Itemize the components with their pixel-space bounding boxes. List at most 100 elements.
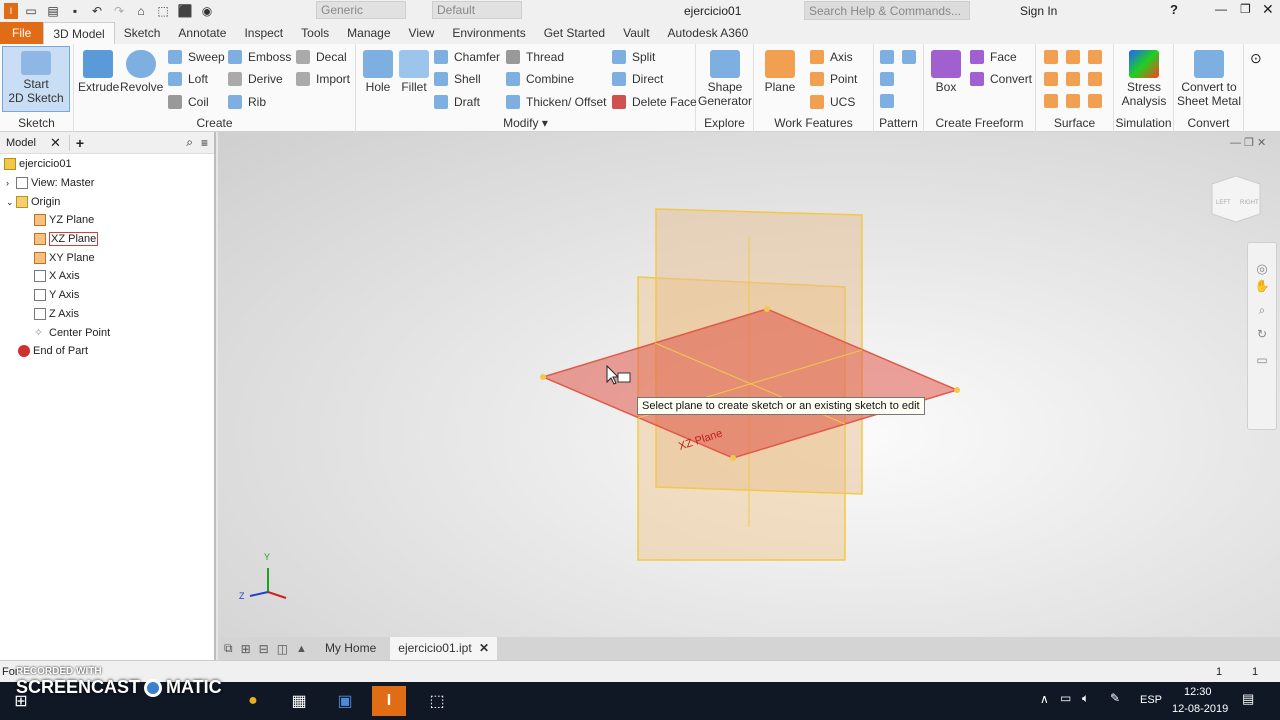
delete-face-button[interactable]: Delete Face: [612, 92, 697, 112]
style-dropdown[interactable]: Generic: [316, 1, 406, 19]
hole-button[interactable]: Hole: [360, 50, 396, 94]
home-icon[interactable]: ⌂: [132, 3, 150, 19]
inventor-taskbar-icon[interactable]: I: [372, 686, 406, 716]
derive-button[interactable]: Derive: [228, 69, 283, 89]
tab-3d-model[interactable]: 3D Model: [43, 22, 115, 44]
clock-time[interactable]: 12:30: [1184, 686, 1212, 698]
cascade-icon[interactable]: ⧉: [224, 641, 233, 656]
combine-button[interactable]: Combine: [506, 69, 574, 89]
tab-menu-icon[interactable]: ▲: [296, 643, 307, 655]
modify-group-label[interactable]: Modify ▾: [356, 116, 695, 130]
calculator-icon[interactable]: ▦: [282, 686, 316, 716]
menu-icon[interactable]: ≡: [201, 136, 208, 150]
rib-button[interactable]: Rib: [228, 92, 266, 112]
plane-button[interactable]: Plane: [760, 50, 800, 94]
tab-manage[interactable]: Manage: [338, 22, 399, 44]
convert-button[interactable]: Convert: [970, 69, 1032, 89]
trim-icon[interactable]: [1044, 72, 1058, 86]
ribbon-options-icon[interactable]: ⊙: [1250, 50, 1262, 67]
horizontal-tile-icon[interactable]: ⊟: [259, 642, 269, 656]
stitch-icon[interactable]: [1044, 50, 1058, 64]
ruled-surface-icon[interactable]: [1066, 94, 1080, 108]
tree-node-xy-plane[interactable]: XY Plane: [34, 249, 95, 267]
collapse-icon[interactable]: ⌄: [6, 197, 16, 208]
replace-face-icon[interactable]: [1088, 72, 1102, 86]
chamfer-button[interactable]: Chamfer: [434, 47, 500, 67]
close-button[interactable]: ✕: [1262, 1, 1274, 18]
coil-button[interactable]: Coil: [168, 92, 209, 112]
minimize-button[interactable]: —: [1215, 2, 1227, 16]
sketch-pattern-icon[interactable]: [880, 72, 894, 86]
convert-sheet-metal-button[interactable]: Convert to Sheet Metal: [1176, 50, 1242, 108]
patch-icon[interactable]: [1066, 50, 1080, 64]
notification-icon[interactable]: ▤: [1242, 691, 1254, 707]
thicken-surface-icon[interactable]: [1088, 94, 1102, 108]
open-icon[interactable]: ▤: [44, 3, 62, 19]
undo-icon[interactable]: ↶: [88, 3, 106, 19]
start-2d-sketch-button[interactable]: Start 2D Sketch: [2, 46, 70, 112]
sweep-button[interactable]: Sweep: [168, 47, 225, 67]
graphics-viewport[interactable]: XZ Plane Y Z LEFT RIGHT ◎ ✋ ⌕ ↻ ▭ — ❐ ✕: [218, 132, 1280, 637]
tile-icon[interactable]: ⊞: [241, 642, 251, 656]
expand-icon[interactable]: ›: [6, 178, 16, 188]
close-tab-icon[interactable]: ✕: [479, 641, 489, 655]
thread-button[interactable]: Thread: [506, 47, 564, 67]
search-icon[interactable]: ⌕: [186, 135, 193, 150]
emboss-button[interactable]: Emboss: [228, 47, 291, 67]
select-icon[interactable]: ⬚: [154, 3, 172, 19]
tree-node-view[interactable]: › View: Master: [6, 174, 94, 192]
boundary-patch-icon[interactable]: [1044, 94, 1058, 108]
axis-button[interactable]: Axis: [810, 47, 853, 67]
clock-date[interactable]: 12-08-2019: [1172, 703, 1228, 715]
tree-node-x-axis[interactable]: X Axis: [34, 267, 80, 285]
tab-environments[interactable]: Environments: [443, 22, 534, 44]
rectangular-pattern-icon[interactable]: [880, 50, 894, 64]
sign-in-link[interactable]: Sign In: [1020, 4, 1057, 18]
decal-button[interactable]: Decal: [296, 47, 347, 67]
direct-button[interactable]: Direct: [612, 69, 663, 89]
sculpt-icon[interactable]: [1088, 50, 1102, 64]
network-icon[interactable]: ▭: [1060, 691, 1071, 705]
circular-pattern-icon[interactable]: [902, 50, 916, 64]
save-icon[interactable]: ▪: [66, 3, 84, 19]
thicken-offset-button[interactable]: Thicken/ Offset: [506, 92, 606, 112]
close-browser-icon[interactable]: ✕: [50, 135, 61, 151]
tree-node-yz-plane[interactable]: YZ Plane: [34, 211, 94, 229]
tree-node-end-of-part[interactable]: End of Part: [18, 342, 88, 360]
fillet-button[interactable]: Fillet: [396, 50, 432, 94]
volume-icon[interactable]: 🔈︎: [1082, 691, 1089, 706]
split-button[interactable]: Split: [612, 47, 655, 67]
add-panel-button[interactable]: +: [68, 134, 90, 151]
face-button[interactable]: Face: [970, 47, 1017, 67]
language-indicator[interactable]: ESP: [1140, 694, 1162, 706]
tree-node-xz-plane[interactable]: XZ Plane: [34, 230, 99, 248]
stress-analysis-button[interactable]: Stress Analysis: [1116, 50, 1172, 108]
tree-node-center-point[interactable]: ✧ Center Point: [34, 324, 110, 342]
loft-button[interactable]: Loft: [168, 69, 208, 89]
extend-icon[interactable]: [1066, 72, 1080, 86]
steering-wheel-icon[interactable]: ◎: [1248, 243, 1276, 276]
my-home-tab[interactable]: My Home: [317, 637, 384, 660]
tab-sketch[interactable]: Sketch: [115, 22, 170, 44]
tab-file[interactable]: File: [0, 22, 44, 44]
ucs-button[interactable]: UCS: [810, 92, 855, 112]
draft-button[interactable]: Draft: [434, 92, 480, 112]
tab-inspect[interactable]: Inspect: [235, 22, 292, 44]
extrude-button[interactable]: Extrude: [78, 50, 119, 94]
vertical-tile-icon[interactable]: ◫: [277, 642, 288, 656]
appearance-dropdown[interactable]: Default: [432, 1, 522, 19]
import-button[interactable]: Import: [296, 69, 350, 89]
tree-node-y-axis[interactable]: Y Axis: [34, 286, 79, 304]
tab-annotate[interactable]: Annotate: [169, 22, 235, 44]
app-logo-icon[interactable]: I: [4, 3, 18, 19]
viewport-window-controls[interactable]: — ❐ ✕: [1230, 136, 1266, 149]
maximize-button[interactable]: ❐: [1240, 2, 1251, 16]
snipping-icon[interactable]: ⬚: [420, 686, 454, 716]
search-input[interactable]: Search Help & Commands...: [804, 1, 970, 20]
revolve-button[interactable]: Revolve: [120, 50, 163, 94]
tree-node-origin[interactable]: ⌄ Origin: [6, 193, 60, 211]
look-at-icon[interactable]: ▭: [1248, 347, 1276, 373]
tab-autodesk-a360[interactable]: Autodesk A360: [659, 22, 758, 44]
tray-chevron-icon[interactable]: ∧: [1040, 692, 1049, 706]
zoom-icon[interactable]: ⌕: [1248, 295, 1276, 321]
